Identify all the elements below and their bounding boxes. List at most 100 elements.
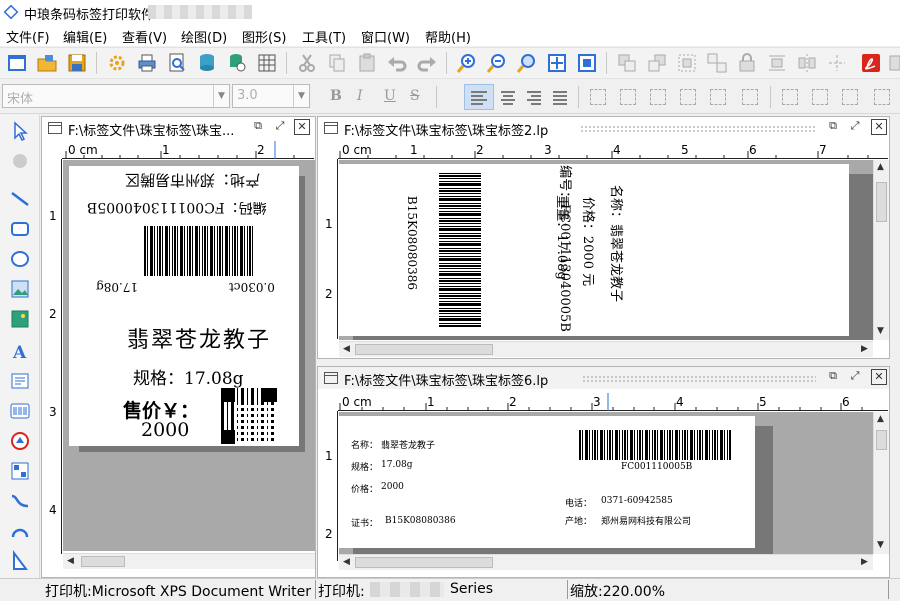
print-preview-icon[interactable] (166, 52, 188, 74)
lock-icon[interactable] (736, 52, 758, 74)
spec-key[interactable]: 规格： (351, 460, 378, 473)
curve-tool-icon[interactable] (9, 490, 31, 512)
rfid-tool-icon[interactable] (9, 430, 31, 452)
horizontal-scrollbar[interactable]: ◀ (63, 553, 315, 569)
fit-width-icon[interactable] (576, 52, 598, 74)
barcode-text[interactable]: FC001110005B (621, 462, 692, 472)
scroll-down-icon[interactable]: ▼ (877, 540, 884, 550)
horizontal-scrollbar[interactable]: ◀ ▶ (339, 554, 873, 570)
arc-tool-icon[interactable] (9, 520, 31, 542)
scroll-left-icon[interactable]: ◀ (343, 557, 350, 567)
design-canvas[interactable]: 名称： 翡翠苍龙教子 规格： 17.08g 价格： 2000 证书： B15K0… (339, 412, 876, 554)
image-tool-icon[interactable] (9, 278, 31, 300)
scroll-thumb[interactable] (81, 556, 125, 567)
restore-icon[interactable]: ⧉ (250, 119, 266, 135)
align-objects-icon[interactable] (766, 52, 788, 74)
align-right-button[interactable] (523, 86, 545, 108)
label-page[interactable]: 产地：郑州市易腾区 编码：FC001113040005B 17.08g 0.03… (69, 166, 299, 446)
rotate-icon[interactable] (826, 52, 848, 74)
copy-icon[interactable] (326, 52, 348, 74)
barcode-tool-icon[interactable] (9, 400, 31, 422)
cert-value[interactable]: B15K08080386 (385, 516, 456, 526)
weight-text[interactable]: 17.08g (96, 280, 138, 294)
menu-file[interactable]: 文件(F) (6, 27, 50, 46)
barcode-text[interactable]: B15K08080386 (405, 196, 419, 290)
qrcode-tool-icon[interactable] (9, 460, 31, 482)
menu-draw[interactable]: 绘图(D) (181, 27, 227, 46)
rectangle-tool-icon[interactable] (9, 218, 31, 240)
fit-page-icon[interactable] (546, 52, 568, 74)
spec-text[interactable]: 规格：17.08g (133, 364, 244, 389)
close-icon[interactable]: ✕ (871, 369, 887, 385)
menu-window[interactable]: 窗口(W) (361, 27, 410, 46)
spec-value[interactable]: 17.08g (381, 460, 413, 470)
align-middle-icon[interactable] (620, 89, 636, 105)
name-key[interactable]: 名称： (351, 438, 378, 451)
scroll-up-icon[interactable]: ▲ (877, 414, 884, 424)
price-text[interactable]: 价格：2000 元 (580, 197, 599, 286)
grid-icon[interactable] (256, 52, 278, 74)
phone-value[interactable]: 0371-60942585 (601, 496, 673, 506)
zoom-out-icon[interactable] (486, 52, 508, 74)
label-page[interactable]: 名称： 翡翠苍龙教子 规格： 17.08g 价格： 2000 证书： B15K0… (339, 416, 755, 548)
code-text[interactable]: 编码：FC001113040005B (87, 198, 267, 218)
scroll-left-icon[interactable]: ◀ (67, 556, 74, 566)
polygon-tool-icon[interactable] (9, 550, 31, 572)
maximize-icon[interactable]: ⤢ (847, 369, 863, 385)
zoom-in-icon[interactable] (456, 52, 478, 74)
menu-view[interactable]: 查看(V) (122, 27, 167, 46)
design-canvas[interactable]: 产地：郑州市易腾区 编码：FC001113040005B 17.08g 0.03… (63, 160, 315, 551)
settings-gear-icon[interactable] (106, 52, 128, 74)
qrcode-image[interactable] (221, 388, 277, 444)
scroll-right-icon[interactable]: ▶ (861, 557, 868, 567)
horizontal-center-icon[interactable] (710, 89, 726, 105)
save-icon[interactable] (66, 52, 88, 74)
barcode-image[interactable] (144, 226, 254, 276)
scroll-thumb[interactable] (355, 557, 493, 568)
underline-button[interactable]: U (384, 88, 396, 104)
design-canvas[interactable]: B15K08080386 名称：翡翠苍龙教子 价格：2000 元 重量：17.0… (339, 160, 876, 340)
picture-tool-icon[interactable] (9, 308, 31, 330)
maximize-icon[interactable]: ⤢ (272, 119, 288, 135)
scroll-right-icon[interactable]: ▶ (861, 344, 868, 354)
label-page[interactable]: B15K08080386 名称：翡翠苍龙教子 价格：2000 元 重量：17.0… (339, 164, 849, 336)
price-key[interactable]: 价格： (351, 482, 378, 495)
maximize-icon[interactable]: ⤢ (847, 119, 863, 135)
align-justify-button[interactable] (549, 86, 571, 108)
scroll-up-icon[interactable]: ▲ (877, 162, 884, 172)
redo-icon[interactable] (416, 52, 438, 74)
barcode-image[interactable] (439, 172, 481, 327)
ellipse-tool-icon[interactable] (9, 248, 31, 270)
restore-icon[interactable]: ⧉ (825, 369, 841, 385)
product-name-text[interactable]: 翡翠苍龙教子 (127, 322, 271, 354)
code-text[interactable]: 编号：FC001113040005B (557, 165, 576, 332)
barcode-image[interactable] (579, 430, 731, 460)
distribute-icon[interactable] (796, 52, 818, 74)
bold-button[interactable]: B (330, 88, 342, 104)
cut-icon[interactable] (296, 52, 318, 74)
italic-button[interactable]: I (357, 88, 363, 104)
more-tools-icon[interactable] (888, 52, 900, 74)
name-value[interactable]: 翡翠苍龙教子 (381, 438, 435, 451)
menu-shape[interactable]: 图形(S) (242, 27, 286, 46)
align-bottom-icon[interactable] (650, 89, 666, 105)
align-top-icon[interactable] (590, 89, 606, 105)
group-icon[interactable] (676, 52, 698, 74)
menu-tools[interactable]: 工具(T) (302, 27, 346, 46)
strikethrough-button[interactable]: S (410, 88, 420, 104)
line-tool-icon[interactable] (9, 188, 31, 210)
origin-value[interactable]: 郑州易网科技有限公司 (601, 514, 691, 527)
vertical-scrollbar[interactable]: ▲ ▼ (873, 412, 889, 554)
scroll-thumb[interactable] (876, 182, 887, 222)
open-folder-icon[interactable] (36, 52, 58, 74)
address-text[interactable]: 产地：郑州市易腾区 (125, 170, 260, 191)
restore-icon[interactable]: ⧉ (825, 119, 841, 135)
print-icon[interactable] (136, 52, 158, 74)
align-center-button[interactable] (497, 86, 519, 108)
bring-front-icon[interactable] (616, 52, 638, 74)
undo-icon[interactable] (386, 52, 408, 74)
select-pointer-icon[interactable] (9, 120, 31, 142)
spacing-icon[interactable] (874, 89, 890, 105)
new-file-icon[interactable] (6, 52, 28, 74)
zoom-actual-icon[interactable] (516, 52, 538, 74)
